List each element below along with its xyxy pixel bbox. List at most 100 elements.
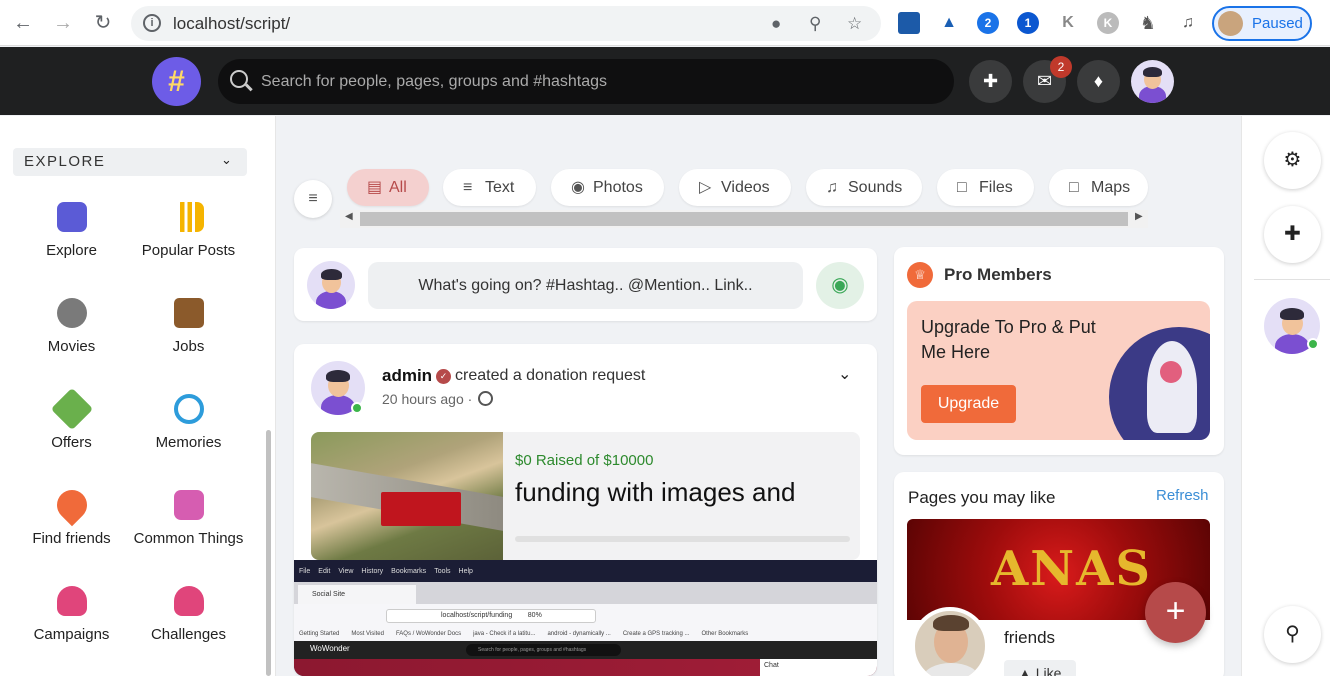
chat-settings-icon[interactable]: ⚙: [1264, 132, 1321, 189]
zoom-icon[interactable]: ⚲: [809, 14, 821, 34]
pages-title: Pages you may like: [908, 488, 1056, 507]
back-icon[interactable]: ←: [11, 11, 35, 35]
create-post-button[interactable]: +: [1145, 582, 1206, 643]
scroll-left-arrow-icon[interactable]: ◀: [345, 211, 353, 222]
drive-ext-icon[interactable]: ▲: [938, 12, 960, 34]
screenshot-menu-item: View: [338, 568, 354, 575]
tab-sounds[interactable]: ♫ Sounds: [806, 169, 922, 206]
document-icon: ▤: [367, 179, 383, 196]
pro-members-card: ♕ Pro Members Upgrade To Pro & Put Me He…: [894, 247, 1224, 455]
sidebar-scrollbar[interactable]: [266, 430, 271, 676]
sidebar-item-popular-posts[interactable]: Popular Posts: [130, 202, 247, 282]
scroll-right-arrow-icon[interactable]: ▶: [1135, 211, 1143, 222]
sidebar-item-offers[interactable]: Offers: [13, 387, 130, 474]
screenshot-menu-item: Help: [458, 568, 473, 575]
screenshot-bookmark: Most Visited: [351, 631, 384, 637]
online-status-dot: [351, 402, 363, 414]
donation-card[interactable]: $0 Raised of $10000 funding with images …: [311, 432, 860, 560]
screenshot-chat: Chat: [760, 659, 877, 676]
filter-sliders-icon[interactable]: ≡: [294, 180, 332, 218]
post-time[interactable]: 20 hours ago ·: [382, 391, 472, 407]
donation-progress-bar: [515, 536, 850, 542]
tab-photos[interactable]: ◉ Photos: [551, 169, 664, 206]
right-rail: ⚙ ✚ ⚲: [1241, 116, 1330, 676]
notifications-bell-icon[interactable]: ♦: [1077, 60, 1120, 103]
refresh-link[interactable]: Refresh: [1156, 487, 1209, 504]
site-info-icon[interactable]: i: [143, 14, 161, 32]
address-url[interactable]: localhost/script/: [173, 14, 290, 34]
page-cover-text: ANAS: [991, 541, 1153, 597]
online-status-dot: [1307, 338, 1319, 350]
map-ext-icon[interactable]: [898, 12, 920, 34]
puzzle-icon[interactable]: ♞: [1137, 12, 1159, 34]
address-bar[interactable]: i localhost/script/ ● ⚲ ☆: [131, 6, 881, 41]
like-button[interactable]: ▲ Like: [1004, 660, 1076, 676]
left-sidebar: EXPLORE ⌄ Explore Popular Posts Movies J…: [0, 116, 276, 676]
sidebar-item-explore[interactable]: Explore: [13, 202, 130, 282]
profile-button[interactable]: Paused: [1212, 6, 1312, 41]
sidebar-item-challenges[interactable]: Challenges: [130, 586, 247, 666]
media-icon[interactable]: ♫: [1177, 12, 1199, 34]
sidebar-item-label: Challenges: [150, 626, 227, 643]
truck-image: [381, 492, 461, 526]
screenshot-brand: WoWonder: [310, 644, 350, 653]
search-friends-icon[interactable]: ⚲: [1264, 606, 1321, 663]
sidebar-item-label: Movies: [47, 338, 96, 355]
forward-icon[interactable]: →: [51, 11, 75, 35]
k-grey-icon[interactable]: K: [1097, 12, 1119, 34]
screenshot-bookmark: FAQs / WoWonder Docs: [395, 631, 462, 637]
video-icon: ▷: [699, 179, 712, 196]
rail-divider: [1254, 279, 1330, 280]
lines-icon: ≡: [463, 179, 473, 196]
sidebar-item-memories[interactable]: Memories: [130, 394, 247, 474]
donation-title[interactable]: funding with images and videos: [515, 474, 845, 512]
tab-maps[interactable]: □ Maps: [1049, 169, 1148, 206]
post-screenshot-image: File Edit View History Bookmarks Tools Help So…: [294, 560, 877, 676]
chevron-down-icon[interactable]: ⌄: [838, 364, 851, 384]
screenshot-bookmark: android - dynamically ...: [547, 631, 611, 637]
promo-text: Upgrade To Pro & Put Me Here: [921, 317, 1096, 362]
sidebar-item-find-friends[interactable]: Find friends: [13, 483, 130, 570]
screenshot-bookmarks-bar: Getting Started Most Visited FAQs / WoWond…: [294, 628, 877, 641]
bar-chart-icon: [174, 202, 204, 232]
sidebar-item-label: Jobs: [172, 338, 205, 355]
friend-requests-icon[interactable]: ✚: [969, 60, 1012, 103]
sidebar-item-label: Campaigns: [33, 626, 110, 643]
publisher-input[interactable]: What's going on? #Hashtag.. @Mention.. L…: [368, 262, 803, 309]
search-box[interactable]: [218, 59, 954, 104]
scrollbar-thumb[interactable]: [360, 212, 1128, 226]
location-icon[interactable]: ●: [771, 14, 781, 34]
tab-text[interactable]: ≡ Text: [443, 169, 536, 206]
sidebar-item-jobs[interactable]: Jobs: [130, 298, 247, 378]
screenshot-menu-item: Bookmarks: [391, 568, 427, 575]
tabs-scrollbar[interactable]: ◀ ▶: [340, 210, 1148, 228]
camera-icon[interactable]: ◉: [816, 262, 864, 309]
upgrade-button[interactable]: Upgrade: [921, 385, 1016, 423]
sidebar-item-movies[interactable]: Movies: [13, 298, 130, 378]
globe-icon: [478, 391, 493, 406]
briefcase-icon: [174, 298, 204, 328]
sidebar-item-campaigns[interactable]: Campaigns: [13, 586, 130, 666]
verified-check-icon: ✓: [436, 369, 451, 384]
2-badge-icon[interactable]: 2: [977, 12, 999, 34]
reload-icon[interactable]: ↻: [91, 11, 115, 35]
group-add-icon[interactable]: ✚: [1264, 206, 1321, 263]
user-avatar[interactable]: [1131, 60, 1174, 103]
hand-heart-icon: [57, 586, 87, 616]
explore-label: EXPLORE: [24, 153, 106, 170]
post-author-name[interactable]: admin: [382, 366, 432, 386]
1-badge-icon[interactable]: 1: [1017, 12, 1039, 34]
bookmark-star-icon[interactable]: ☆: [847, 14, 862, 34]
site-logo[interactable]: #: [152, 57, 201, 106]
sidebar-item-common-things[interactable]: Common Things: [130, 490, 247, 570]
page-name[interactable]: friends: [1004, 628, 1055, 648]
tab-files[interactable]: □ Files: [937, 169, 1034, 206]
sidebar-item-label: Popular Posts: [141, 242, 236, 259]
tab-videos[interactable]: ▷ Videos: [679, 169, 791, 206]
k-icon[interactable]: K: [1057, 12, 1079, 34]
publisher-avatar: [307, 261, 355, 309]
page-avatar[interactable]: [911, 607, 989, 676]
tab-all[interactable]: ▤ All: [347, 169, 429, 206]
explore-dropdown[interactable]: EXPLORE ⌄: [13, 148, 247, 176]
search-input[interactable]: [261, 59, 941, 104]
